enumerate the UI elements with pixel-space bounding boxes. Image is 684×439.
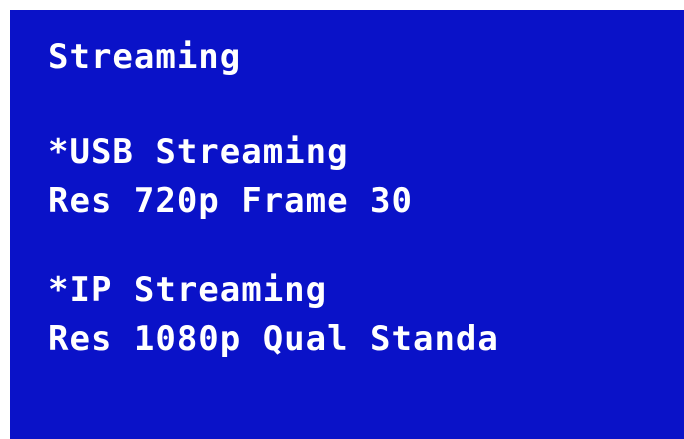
ip-streaming-settings: Res 1080p Qual Standa [48, 319, 499, 359]
menu-item-usb-streaming[interactable]: *USB Streaming [48, 135, 349, 169]
usb-streaming-settings: Res 720p Frame 30 [48, 181, 413, 221]
osd-menu-screen: Streaming *USB Streaming Res 720p Frame … [10, 10, 684, 439]
menu-title: Streaming [48, 37, 242, 77]
menu-item-ip-streaming[interactable]: *IP Streaming [48, 273, 327, 307]
